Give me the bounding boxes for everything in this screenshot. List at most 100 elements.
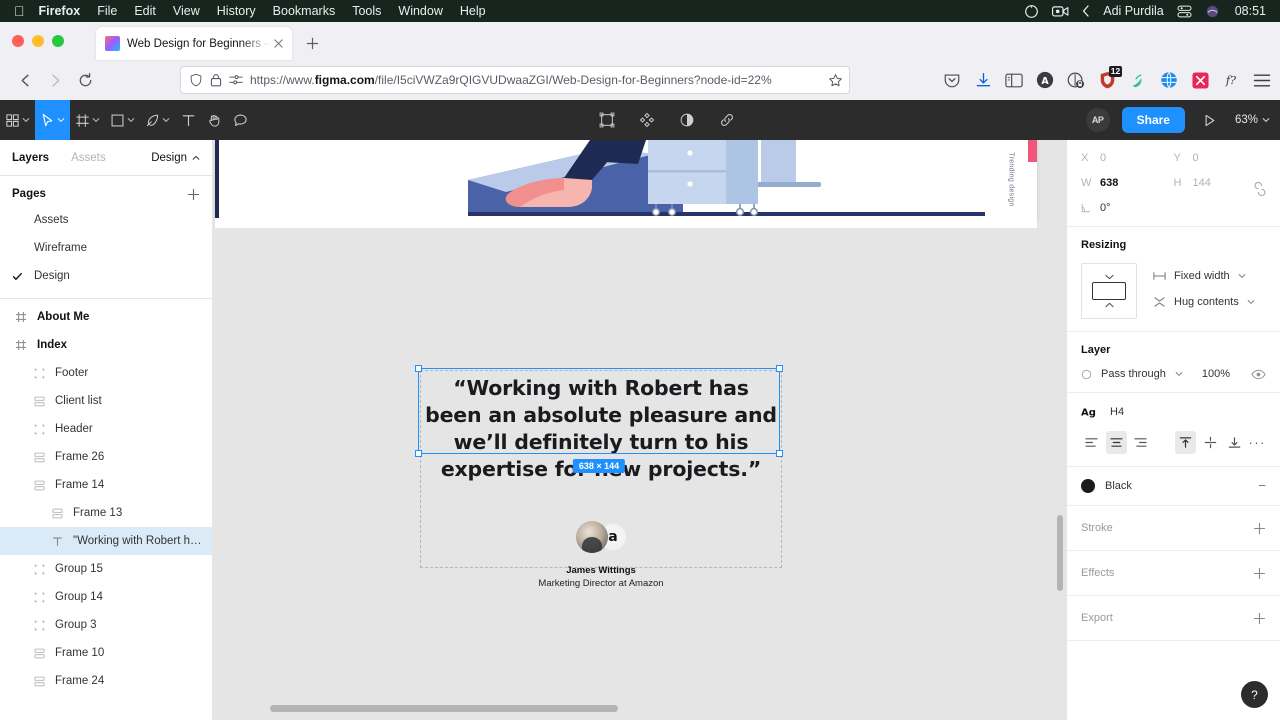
menu-window[interactable]: Window — [398, 4, 442, 18]
chevron-left-icon[interactable] — [1082, 5, 1090, 17]
menu-bookmarks[interactable]: Bookmarks — [273, 4, 336, 18]
layer-row-quote-text[interactable]: "Working with Robert has... — [0, 527, 212, 555]
plus-icon[interactable] — [1253, 567, 1266, 580]
vertical-resizing-option[interactable]: Hug contents — [1153, 296, 1255, 308]
menu-tools[interactable]: Tools — [352, 4, 381, 18]
account-icon[interactable]: A — [1035, 70, 1055, 90]
align-middle-icon[interactable] — [1199, 431, 1221, 454]
align-right-icon[interactable] — [1130, 431, 1152, 454]
page-item-wireframe[interactable]: Wireframe — [0, 234, 212, 262]
permissions-icon[interactable] — [229, 74, 243, 86]
menu-bar-username[interactable]: Adi Purdila — [1103, 4, 1163, 18]
align-bottom-icon[interactable] — [1224, 431, 1246, 454]
apple-logo-icon[interactable]:  — [14, 4, 25, 18]
pen-tool-icon[interactable] — [140, 100, 175, 140]
shape-tool-icon[interactable] — [105, 100, 140, 140]
share-button[interactable]: Share — [1121, 107, 1185, 133]
testimonial-quote[interactable]: “Working with Robert has been an absolut… — [420, 370, 782, 485]
eye-icon[interactable] — [1251, 369, 1266, 380]
layer-row-frame-10[interactable]: Frame 10 — [0, 639, 212, 667]
component-icon[interactable] — [634, 100, 660, 140]
fill-row[interactable]: Black − — [1081, 479, 1266, 493]
layer-row-about-me[interactable]: About Me — [0, 303, 212, 331]
align-top-icon[interactable] — [1174, 431, 1197, 454]
layer-row-group-3[interactable]: Group 3 — [0, 611, 212, 639]
height-field[interactable]: H 144 — [1174, 177, 1267, 189]
opacity-value[interactable]: 100% — [1202, 368, 1230, 380]
siri-icon[interactable] — [1024, 4, 1039, 19]
maximize-window-button[interactable] — [52, 35, 64, 47]
lock-icon[interactable] — [210, 73, 222, 87]
menu-view[interactable]: View — [173, 4, 200, 18]
align-left-icon[interactable] — [1081, 431, 1103, 454]
back-arrow-icon[interactable] — [10, 65, 40, 95]
zoom-level-control[interactable]: 63% — [1235, 114, 1270, 126]
menu-file[interactable]: File — [97, 4, 117, 18]
ublock-origin-icon[interactable]: 12 — [1097, 66, 1122, 90]
wifi-status-icon[interactable] — [1205, 5, 1220, 18]
width-field[interactable]: W 638 — [1081, 177, 1174, 189]
layer-row-index[interactable]: Index — [0, 331, 212, 359]
privacy-badger-icon[interactable] — [1066, 70, 1086, 90]
layer-row-header[interactable]: Header — [0, 415, 212, 443]
layer-row-frame-26[interactable]: Frame 26 — [0, 443, 212, 471]
page-item-assets[interactable]: Assets — [0, 206, 212, 234]
globe-extension-icon[interactable] — [1159, 70, 1179, 90]
avatar[interactable]: AP — [1085, 108, 1110, 132]
app-menu-icon[interactable] — [1252, 70, 1272, 90]
forward-arrow-icon[interactable] — [40, 65, 70, 95]
page-item-design[interactable]: Design — [0, 262, 212, 290]
mask-icon[interactable] — [674, 100, 700, 140]
browser-tab[interactable]: Web Design for Beginners – Figm — [96, 27, 292, 60]
layer-row-frame-13[interactable]: Frame 13 — [0, 499, 212, 527]
resizing-preview[interactable] — [1081, 263, 1137, 319]
shield-icon[interactable] — [189, 73, 203, 87]
align-center-icon[interactable] — [1105, 431, 1128, 454]
close-icon[interactable] — [270, 36, 286, 52]
y-field[interactable]: Y 0 — [1174, 152, 1267, 164]
control-center-icon[interactable] — [1177, 5, 1192, 18]
horizontal-resizing-option[interactable]: Fixed width — [1153, 270, 1255, 282]
grammarly-icon[interactable] — [1128, 70, 1148, 90]
main-menu-icon[interactable] — [0, 100, 35, 140]
hand-tool-icon[interactable] — [201, 100, 227, 140]
layer-row-group-15[interactable]: Group 15 — [0, 555, 212, 583]
x-field[interactable]: X 0 — [1081, 152, 1174, 164]
screenshot-extension-icon[interactable] — [1190, 70, 1210, 90]
comment-tool-icon[interactable] — [227, 100, 253, 140]
testimonial-block[interactable]: “Working with Robert has been an absolut… — [420, 370, 782, 589]
tab-assets[interactable]: Assets — [71, 152, 106, 164]
layer-row-footer[interactable]: Footer — [0, 359, 212, 387]
link-icon[interactable] — [714, 100, 740, 140]
sidebar-icon[interactable] — [1004, 70, 1024, 90]
plus-icon[interactable] — [1253, 612, 1266, 625]
text-tool-icon[interactable] — [175, 100, 201, 140]
layer-row-client-list[interactable]: Client list — [0, 387, 212, 415]
remove-fill-button[interactable]: − — [1258, 479, 1266, 492]
menu-help[interactable]: Help — [460, 4, 486, 18]
downloads-icon[interactable] — [973, 70, 993, 90]
menu-history[interactable]: History — [217, 4, 256, 18]
vertical-scrollbar-thumb[interactable] — [1057, 515, 1063, 591]
scale-frame-icon[interactable] — [594, 100, 620, 140]
move-tool-icon[interactable] — [35, 100, 70, 140]
close-window-button[interactable] — [12, 35, 24, 47]
artboard-top-section[interactable]: Trending design — [215, 140, 1037, 218]
constrain-proportions-icon[interactable] — [1254, 180, 1266, 198]
layer-row-group-14[interactable]: Group 14 — [0, 583, 212, 611]
blend-mode-row[interactable]: Pass through 100% — [1081, 368, 1266, 380]
present-play-icon[interactable] — [1197, 100, 1223, 140]
pocket-icon[interactable] — [942, 70, 962, 90]
menu-firefox[interactable]: Firefox — [39, 4, 81, 18]
plus-icon[interactable] — [187, 188, 200, 201]
new-tab-button[interactable] — [302, 33, 322, 53]
layer-row-frame-24[interactable]: Frame 24 — [0, 667, 212, 695]
figma-canvas[interactable]: Trending design “Working with Robert has… — [213, 140, 1066, 720]
tab-design[interactable]: Design — [151, 152, 200, 164]
rotation-field[interactable]: 0° — [1081, 202, 1174, 214]
fontsninja-icon[interactable]: f? — [1221, 70, 1241, 90]
tab-layers[interactable]: Layers — [12, 152, 49, 164]
screen-recording-icon[interactable] — [1052, 5, 1069, 18]
fill-color-swatch[interactable] — [1081, 479, 1095, 493]
text-style-row[interactable]: Ag H4 — [1081, 405, 1266, 419]
